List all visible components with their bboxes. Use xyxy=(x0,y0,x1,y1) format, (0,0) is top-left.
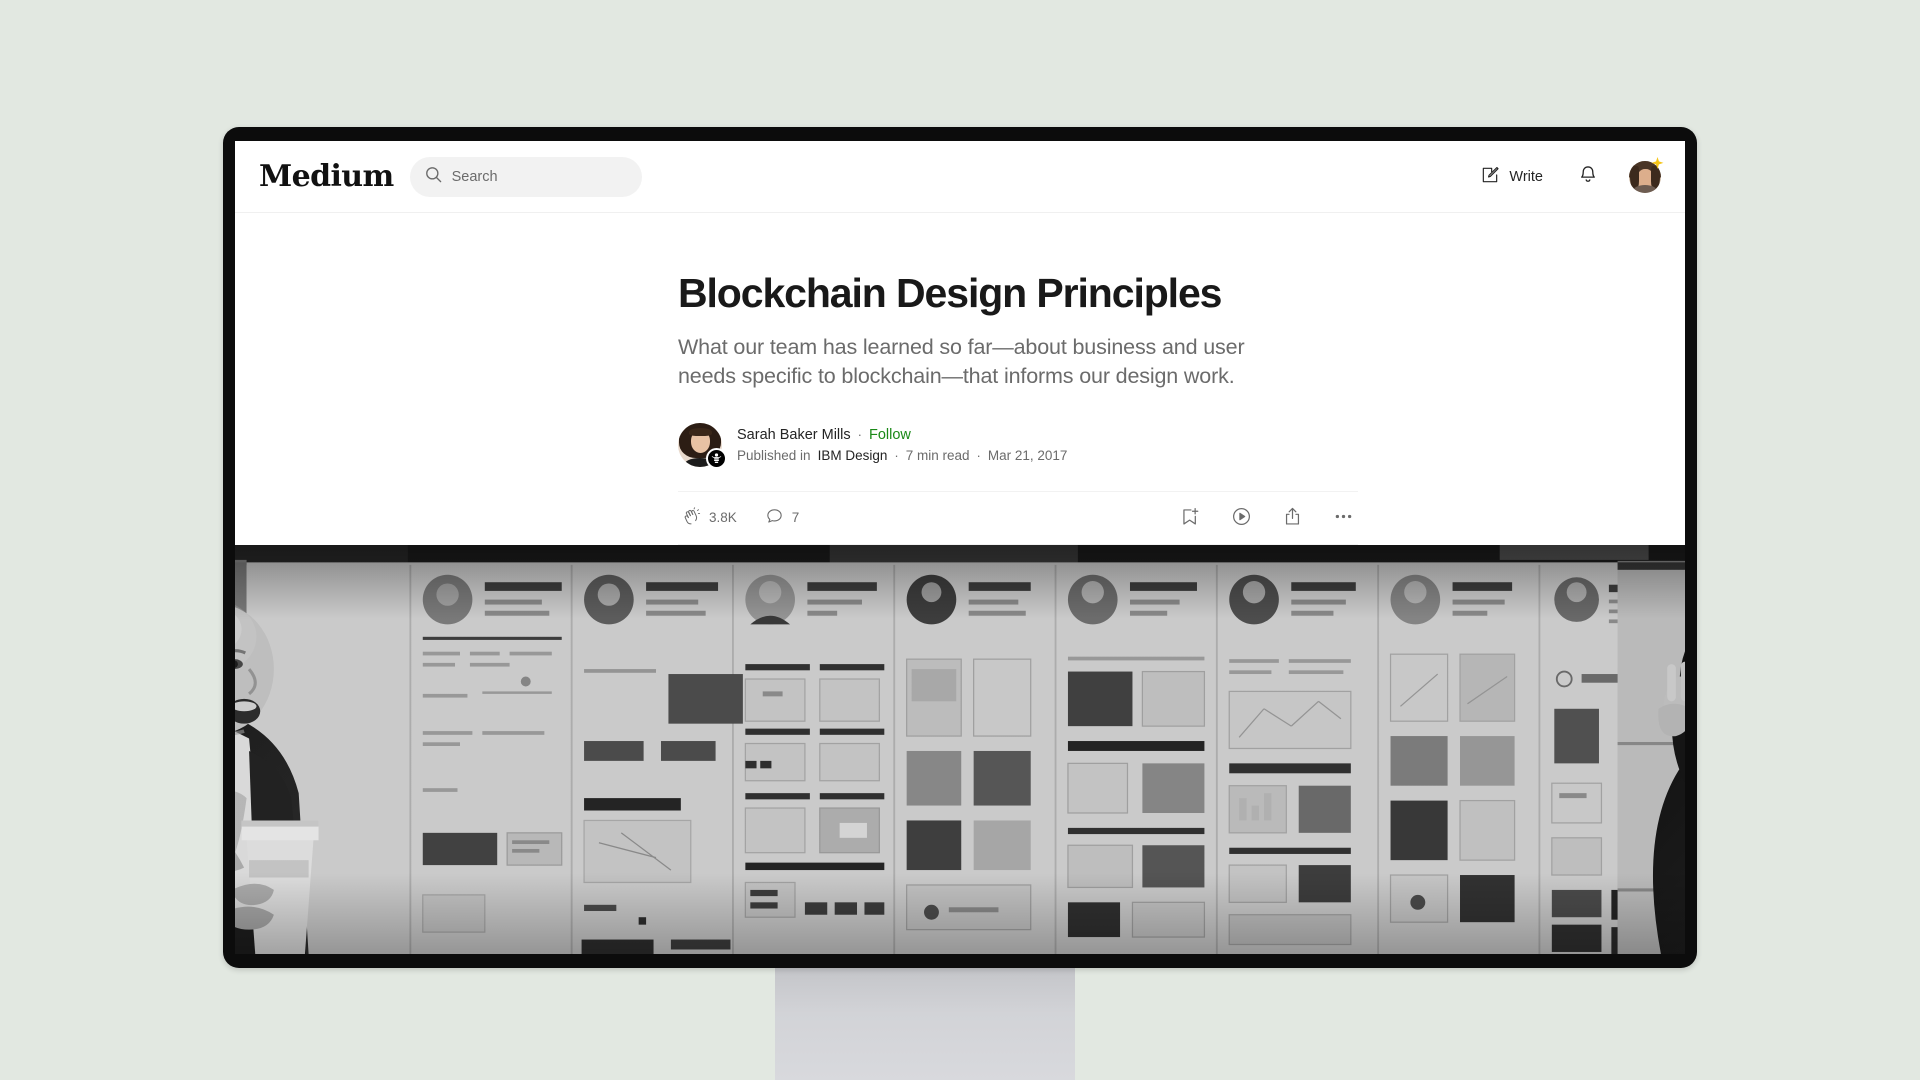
article-action-bar: 3.8K 7 xyxy=(678,490,1358,545)
article-content-column: Blockchain Design Principles What our te… xyxy=(620,269,1358,545)
monitor-frame: Medium Search Write Blockchain Design Pr… xyxy=(223,127,1697,968)
medium-logo[interactable]: Medium xyxy=(259,161,394,192)
ellipsis-icon xyxy=(1333,506,1354,530)
publication-link[interactable]: IBM Design xyxy=(818,448,888,463)
action-bar-left: 3.8K 7 xyxy=(680,505,801,531)
article-subtitle: What our team has learned so far—about b… xyxy=(678,335,1245,388)
hero-image-illustration xyxy=(235,544,1685,954)
user-avatar-button[interactable] xyxy=(1629,156,1664,193)
play-circle-icon xyxy=(1231,506,1252,530)
listen-button[interactable] xyxy=(1229,504,1254,532)
bell-icon xyxy=(1577,164,1599,189)
hero-image xyxy=(235,544,1685,954)
search-field[interactable] xyxy=(409,156,642,197)
write-button-label: Write xyxy=(1509,168,1543,185)
published-in-label: Published in xyxy=(737,447,811,463)
byline-text: Sarah Baker Mills · Follow Published in … xyxy=(737,427,1067,463)
comment-button[interactable]: 7 xyxy=(763,505,802,531)
page-title: Blockchain Design Principles xyxy=(678,270,1222,316)
article-header: Blockchain Design Principles What our te… xyxy=(235,213,1685,545)
more-options-button[interactable] xyxy=(1331,504,1356,532)
action-bar-right xyxy=(1178,504,1356,532)
share-upload-icon xyxy=(1282,506,1303,530)
save-bookmark-button[interactable] xyxy=(1178,504,1203,532)
read-time: 7 min read xyxy=(905,447,970,463)
sparkle-star-icon xyxy=(1650,156,1665,171)
write-button[interactable]: Write xyxy=(1476,161,1547,192)
byline: Sarah Baker Mills · Follow Published in … xyxy=(678,422,1300,469)
publish-date: Mar 21, 2017 xyxy=(987,447,1068,463)
pencil-square-icon xyxy=(1480,165,1500,188)
monitor-stand xyxy=(775,965,1075,1080)
clap-count: 3.8K xyxy=(709,510,737,526)
author-name[interactable]: Sarah Baker Mills xyxy=(737,427,851,443)
bookmark-plus-icon xyxy=(1180,506,1201,530)
separator-dot: · xyxy=(894,447,899,463)
byline-author-row: Sarah Baker Mills · Follow xyxy=(737,427,1067,443)
screen: Medium Search Write Blockchain Design Pr… xyxy=(235,141,1685,954)
byline-meta-row: Published in IBM Design · 7 min read · M… xyxy=(737,448,1067,463)
clap-icon xyxy=(682,506,701,529)
ibm-bee-icon xyxy=(706,447,727,469)
search-input[interactable] xyxy=(451,168,628,185)
follow-button[interactable]: Follow xyxy=(869,427,911,443)
share-button[interactable] xyxy=(1280,504,1305,532)
comment-count: 7 xyxy=(791,510,800,526)
separator-dot: · xyxy=(976,447,981,463)
search-icon xyxy=(424,165,443,189)
clap-button[interactable]: 3.8K xyxy=(680,505,739,531)
top-navigation-bar: Medium Search Write xyxy=(235,141,1685,213)
notifications-button[interactable] xyxy=(1573,160,1603,193)
nav-right-group: Write xyxy=(1476,156,1664,193)
separator-dot: · xyxy=(857,427,862,443)
comment-bubble-icon xyxy=(765,507,784,529)
author-avatar-link[interactable] xyxy=(678,422,727,469)
